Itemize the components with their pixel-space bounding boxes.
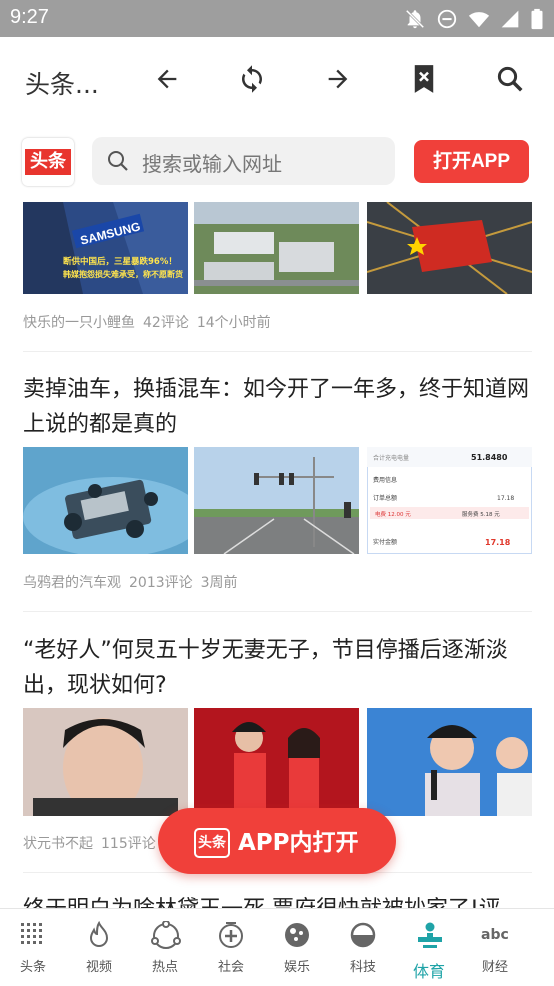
open-app-button[interactable]: 打开APP xyxy=(414,140,529,183)
search-input[interactable]: 搜索或输入网址 xyxy=(92,137,395,185)
abc-icon: abc xyxy=(481,927,509,943)
arrow-right-icon xyxy=(328,69,348,89)
article-headline[interactable]: 终于明白为啥林黛玉一死 贾府很快就被抄家了!评 xyxy=(23,892,533,908)
article-image xyxy=(367,202,532,294)
tab-finance[interactable]: abc 财经 xyxy=(462,909,528,986)
divider xyxy=(23,611,532,612)
browser-toolbar: 头条... xyxy=(0,37,554,124)
status-bar: 9:27 xyxy=(0,0,554,37)
article-headline[interactable]: “老好人”何炅五十岁无妻无子，节目停播后逐渐淡出，现状如何? xyxy=(23,633,533,703)
notifications-off-icon xyxy=(405,9,425,29)
do-not-disturb-icon xyxy=(437,9,457,29)
article-headline[interactable]: 卖掉油车，换插混车：如今开了一年多，终于知道网上说的都是真的 xyxy=(23,372,533,442)
tab-label: 财经 xyxy=(481,960,508,975)
tab-video[interactable]: 视频 xyxy=(66,909,132,986)
tab-society[interactable]: 社会 xyxy=(198,909,264,986)
article-image xyxy=(194,708,359,816)
flame-icon xyxy=(89,921,109,947)
article-image xyxy=(194,202,359,294)
sports-icon xyxy=(418,922,442,948)
article-time: 14个小时前 xyxy=(196,315,271,331)
tab-label: 头条 xyxy=(19,960,46,975)
article-author: 快乐的一只小鲤鱼 xyxy=(23,315,135,331)
bottom-tab-bar: 头条 视频 热点 社会 娱乐 科技 体育 abc 财经 xyxy=(0,908,554,986)
tab-label: 体育 xyxy=(412,962,445,981)
open-in-app-button[interactable]: 头条 APP内打开 xyxy=(158,808,396,874)
article-image-text: 服务费 5.18 元 xyxy=(462,510,500,518)
wifi-icon xyxy=(468,12,490,28)
entertainment-icon xyxy=(285,923,309,947)
article-image: 合计充电电量 51.8480 费用信息 订单总额 17.18 电费 12.00 … xyxy=(367,447,532,554)
tech-icon xyxy=(350,922,376,948)
bookmark-remove-icon xyxy=(414,65,434,93)
tab-label: 热点 xyxy=(151,960,178,975)
article-image-text: 实付金额 xyxy=(373,538,397,546)
article-author: 乌鸦君的汽车观 xyxy=(23,575,121,591)
news-feed: SAMSUNG 断供中国后，三星暴跌96%！ 韩媒抱怨损失难承受，称不愿断货 快… xyxy=(0,202,554,908)
refresh-icon xyxy=(242,65,262,93)
article-image: SAMSUNG 断供中国后，三星暴跌96%！ 韩媒抱怨损失难承受，称不愿断货 xyxy=(23,202,188,294)
signal-icon xyxy=(501,10,519,28)
search-button[interactable] xyxy=(490,59,530,99)
article-time: 3周前 xyxy=(200,575,238,591)
status-icons xyxy=(404,7,544,31)
society-icon xyxy=(219,922,243,948)
arrow-left-icon xyxy=(157,69,177,89)
article-author: 状元书不起 xyxy=(23,836,93,852)
open-in-app-label: APP内打开 xyxy=(238,830,359,856)
tab-label: 娱乐 xyxy=(283,960,310,975)
grid-icon xyxy=(21,923,42,944)
tab-label: 社会 xyxy=(217,960,244,975)
bookmark-close-button[interactable] xyxy=(404,59,444,99)
article-image-text: 17.18 xyxy=(485,538,511,547)
tab-sports[interactable]: 体育 xyxy=(396,909,462,986)
article-meta: 快乐的一只小鲤鱼 42评论 14个小时前 xyxy=(23,312,279,332)
back-button[interactable] xyxy=(147,59,187,99)
article-image-text: 51.8480 xyxy=(471,453,508,462)
refresh-button[interactable] xyxy=(232,59,272,99)
hotspot-icon xyxy=(151,921,181,949)
toutiao-logo[interactable]: 头条 xyxy=(22,138,74,186)
tab-label: 科技 xyxy=(349,960,376,975)
article-image-text: 电费 12.00 元 xyxy=(375,510,411,518)
article-image xyxy=(23,708,188,816)
battery-icon xyxy=(531,8,543,30)
tab-toutiao[interactable]: 头条 xyxy=(0,909,66,986)
page-title: 头条... xyxy=(25,70,99,99)
toutiao-logo-icon: 头条 xyxy=(194,828,230,858)
search-icon xyxy=(497,66,523,92)
article-image xyxy=(23,447,188,554)
article-image-text: 合计充电电量 xyxy=(373,454,409,462)
article-comments: 2013评论 xyxy=(129,575,193,591)
article-image-text: 订单总额 xyxy=(373,494,397,502)
search-icon xyxy=(108,151,128,171)
article-image-text: 17.18 xyxy=(497,495,514,502)
svg-text:abc: abc xyxy=(481,927,509,943)
article-images[interactable]: SAMSUNG 断供中国后，三星暴跌96%！ 韩媒抱怨损失难承受，称不愿断货 xyxy=(23,202,532,294)
article-image-text: 断供中国后，三星暴跌96%！ xyxy=(63,256,177,267)
site-header: 头条 搜索或输入网址 打开APP xyxy=(0,124,554,202)
status-time: 9:27 xyxy=(10,6,49,28)
article-comments: 42评论 xyxy=(143,315,189,331)
tab-label: 视频 xyxy=(85,960,112,975)
article-meta: 乌鸦君的汽车观 2013评论 3周前 xyxy=(23,572,246,592)
article-image xyxy=(194,447,359,554)
tab-entertainment[interactable]: 娱乐 xyxy=(264,909,330,986)
article-images[interactable]: 合计充电电量 51.8480 费用信息 订单总额 17.18 电费 12.00 … xyxy=(23,447,532,554)
search-placeholder: 搜索或输入网址 xyxy=(142,152,282,176)
article-image-text: 韩媒抱怨损失难承受，称不愿断货 xyxy=(63,269,183,279)
forward-button[interactable] xyxy=(318,59,358,99)
article-image-text: 费用信息 xyxy=(373,476,397,484)
article-comments: 115评论 xyxy=(101,836,156,852)
tab-hotspot[interactable]: 热点 xyxy=(132,909,198,986)
article-meta: 状元书不起 115评论 xyxy=(23,833,164,853)
divider xyxy=(23,351,532,352)
article-image xyxy=(367,708,532,816)
tab-tech[interactable]: 科技 xyxy=(330,909,396,986)
article-images[interactable] xyxy=(23,708,532,816)
